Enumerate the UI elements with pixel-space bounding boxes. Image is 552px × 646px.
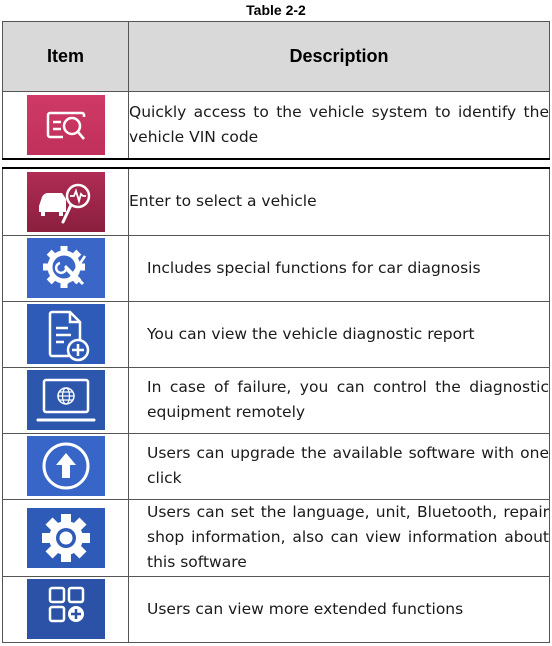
item-cell <box>2 498 129 577</box>
description-cell: Users can view more extended functions <box>128 575 550 643</box>
special-functions-icon <box>26 238 105 298</box>
item-cell <box>2 366 129 434</box>
header-item: Item <box>2 21 129 92</box>
description-cell: Quickly access to the vehicle system to … <box>128 91 550 160</box>
table-row: Users can view more extended functions <box>2 575 550 643</box>
remote-control-icon <box>26 370 105 430</box>
settings-icon <box>26 507 105 568</box>
more-functions-icon <box>26 579 105 639</box>
item-cell <box>2 234 129 302</box>
item-cell <box>2 91 129 160</box>
table-row: Enter to select a vehicle <box>2 167 550 236</box>
table-row: Users can upgrade the available software… <box>2 432 550 500</box>
vin-scan-icon <box>26 94 105 155</box>
description-cell: You can view the vehicle diagnostic repo… <box>128 300 550 368</box>
item-cell <box>2 575 129 643</box>
description-cell: Users can upgrade the available software… <box>128 432 550 500</box>
description-cell: Includes special functions for car diagn… <box>128 234 550 302</box>
table-caption: Table 2-2 <box>246 2 306 18</box>
description-cell: In case of failure, you can control the … <box>128 366 550 434</box>
description-cell: Users can set the language, unit, Blueto… <box>128 498 550 577</box>
table-header-row: Item Description <box>2 21 550 92</box>
item-cell <box>2 300 129 368</box>
table-row: You can view the vehicle diagnostic repo… <box>2 300 550 368</box>
diagnostic-report-icon <box>26 304 105 364</box>
item-cell <box>2 432 129 500</box>
feature-table-part-1: Item Description Quickly access to the v… <box>2 21 550 160</box>
item-cell <box>2 167 129 236</box>
description-cell: Enter to select a vehicle <box>128 167 550 236</box>
table-row: Includes special functions for car diagn… <box>2 234 550 302</box>
table-row: Users can set the language, unit, Blueto… <box>2 498 550 577</box>
header-description: Description <box>128 21 550 92</box>
upgrade-icon <box>26 436 105 496</box>
table-row: In case of failure, you can control the … <box>2 366 550 434</box>
feature-table-part-2: Enter to select a vehicle Includes speci… <box>2 167 550 643</box>
car-diagnosis-icon <box>26 171 105 232</box>
table-row: Quickly access to the vehicle system to … <box>2 91 550 160</box>
